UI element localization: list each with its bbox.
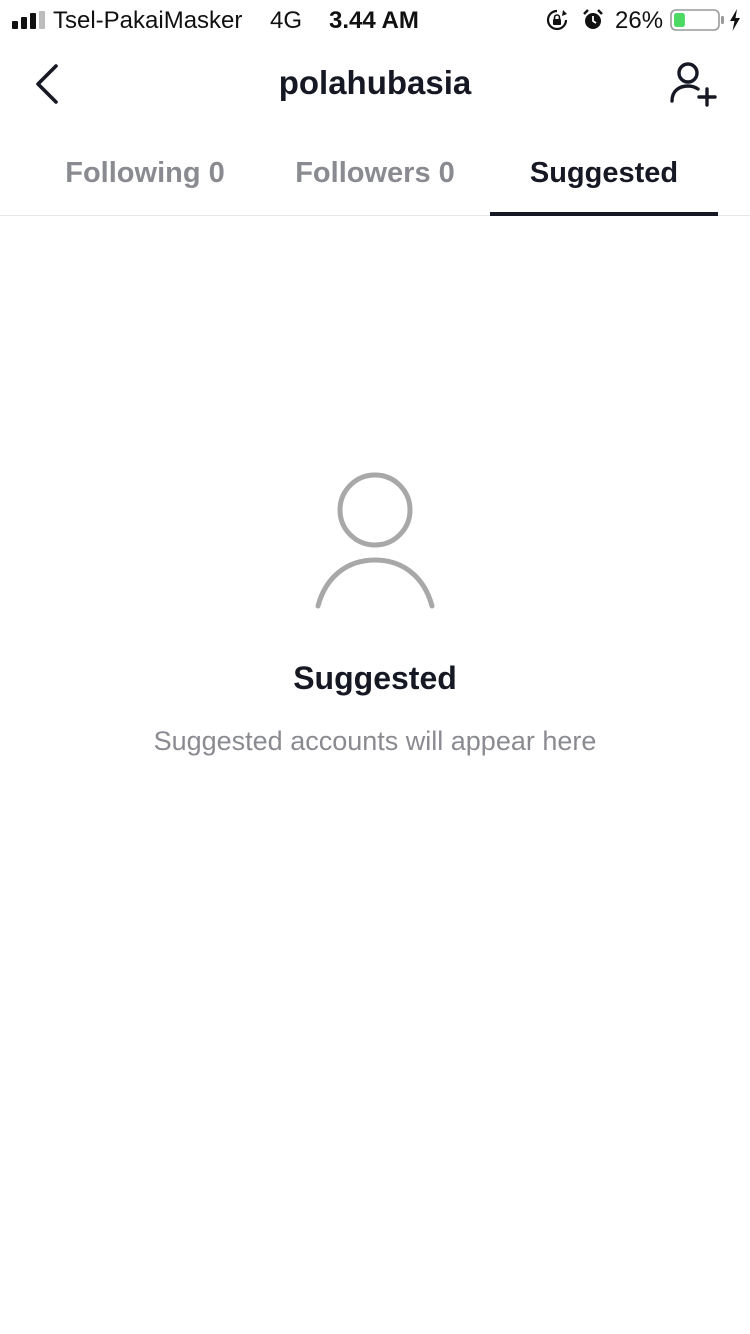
add-user-button[interactable] xyxy=(668,60,720,110)
charging-bolt-icon xyxy=(730,9,740,31)
empty-state-title: Suggested xyxy=(293,660,457,696)
battery-percentage: 26% xyxy=(615,7,664,34)
tab-suggested[interactable]: Suggested xyxy=(490,130,718,216)
signal-strength-icon xyxy=(12,11,45,29)
page-title: polahubasia xyxy=(278,64,472,101)
header: polahubasia xyxy=(0,40,750,130)
tab-followers[interactable]: Followers 0 xyxy=(260,130,490,216)
empty-state-subtitle: Suggested accounts will appear here xyxy=(153,726,597,756)
clock: 3.44 AM xyxy=(329,7,419,34)
rotation-lock-icon xyxy=(546,9,568,31)
add-user-icon xyxy=(670,62,717,107)
alarm-icon xyxy=(583,9,603,29)
active-tab-indicator xyxy=(490,212,718,216)
tab-following[interactable]: Following 0 xyxy=(30,130,260,216)
network-type: 4G xyxy=(270,7,303,34)
person-outline-icon xyxy=(315,472,435,609)
battery-icon xyxy=(670,9,724,31)
status-bar: Tsel-PakaiMasker 4G 3.44 AM 26% xyxy=(0,0,750,40)
tab-bar: Following 0 Followers 0 Suggested xyxy=(0,130,750,216)
carrier-name: Tsel-PakaiMasker xyxy=(53,7,243,34)
screen: Tsel-PakaiMasker 4G 3.44 AM 26% polahuba… xyxy=(0,0,750,1334)
